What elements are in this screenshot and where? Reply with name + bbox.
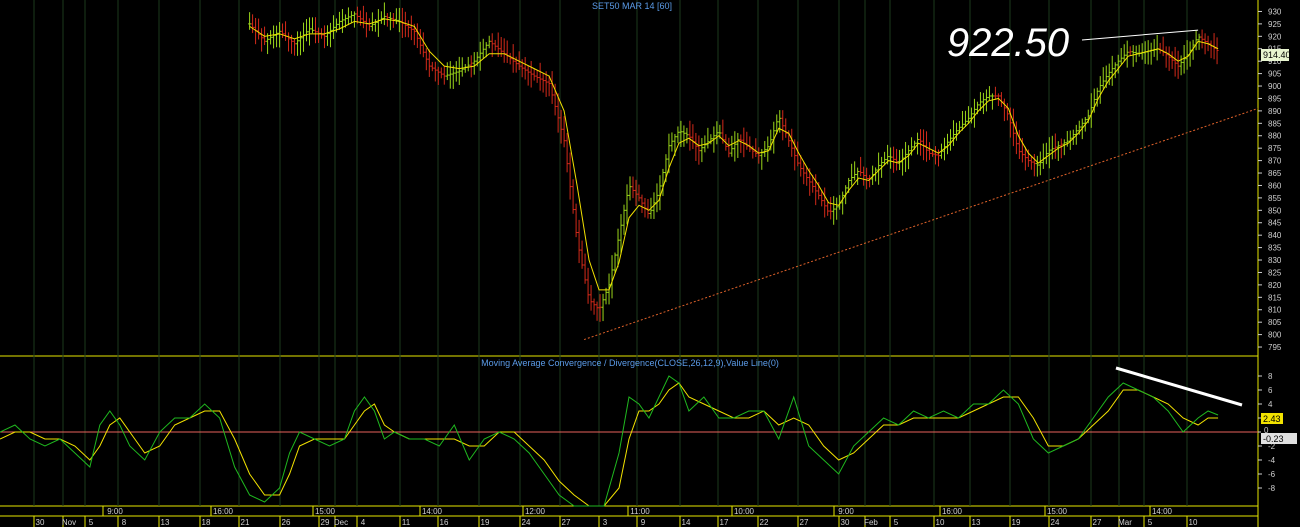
macd-tick-label: 4 xyxy=(1268,400,1273,409)
price-tick-label: 815 xyxy=(1268,293,1282,302)
date-tick-label: 13 xyxy=(161,518,170,527)
date-tick-label: 27 xyxy=(800,518,809,527)
date-tick-label: 30 xyxy=(36,518,45,527)
price-tick-label: 800 xyxy=(1268,331,1282,340)
bottom-date-axis: 30 Nov 5 8 13 18 21 26 29 Dec 4 11 16 19 24 27 3 9 14 17 22 2… xyxy=(0,506,1258,527)
price-tick-label: 895 xyxy=(1268,94,1282,103)
macd-tick-label: 6 xyxy=(1268,386,1273,395)
date-tick-label: Mar xyxy=(1118,518,1132,527)
date-tick-label: 13 xyxy=(972,518,981,527)
price-tick-label: 930 xyxy=(1268,7,1282,16)
price-tick-label: 870 xyxy=(1268,157,1282,166)
price-tick-label: 865 xyxy=(1268,169,1282,178)
time-tick-label: 15:00 xyxy=(1047,507,1068,516)
date-tick-label: 5 xyxy=(894,518,899,527)
price-tick-label: 805 xyxy=(1268,318,1282,327)
date-tick-label: Nov xyxy=(62,518,76,527)
grid xyxy=(0,0,1259,527)
macd-tick-label: -6 xyxy=(1268,470,1276,479)
price-tick-label: 885 xyxy=(1268,119,1282,128)
date-tick-label: 14 xyxy=(682,518,691,527)
date-tick-label: 5 xyxy=(89,518,94,527)
svg-text:-0.23: -0.23 xyxy=(1263,434,1284,444)
date-tick-label: 24 xyxy=(522,518,531,527)
date-tick-label: 30 xyxy=(841,518,850,527)
time-tick-label: 14:00 xyxy=(422,507,443,516)
date-tick-label: 10 xyxy=(1189,518,1198,527)
price-tick-label: 880 xyxy=(1268,132,1282,141)
price-tick-label: 890 xyxy=(1268,107,1282,116)
hist-value-badge: -0.23 xyxy=(1261,433,1297,444)
price-tick-label: 825 xyxy=(1268,268,1282,277)
date-tick-label: 19 xyxy=(1012,518,1021,527)
last-price-badge: 914.40 xyxy=(1261,49,1291,61)
time-tick-label: 9:00 xyxy=(838,507,854,516)
date-tick-label: 21 xyxy=(241,518,250,527)
date-tick-label: 27 xyxy=(562,518,571,527)
price-tick-label: 830 xyxy=(1268,256,1282,265)
time-tick-label: 10:00 xyxy=(734,507,755,516)
price-tick-label: 900 xyxy=(1268,82,1282,91)
time-tick-label: 14:00 xyxy=(1152,507,1173,516)
date-tick-label: 3 xyxy=(603,518,608,527)
macd-tick-label: -8 xyxy=(1268,484,1276,493)
price-tick-label: 860 xyxy=(1268,181,1282,190)
date-tick-label: 27 xyxy=(1093,518,1102,527)
time-tick-label: 16:00 xyxy=(942,507,963,516)
time-tick-label: 9:00 xyxy=(107,507,123,516)
price-tick-label: 820 xyxy=(1268,281,1282,290)
date-tick-label: 24 xyxy=(1051,518,1060,527)
macd-tick-label: -4 xyxy=(1268,456,1276,465)
macd-tick-label: 8 xyxy=(1268,372,1273,381)
date-tick-label: 17 xyxy=(720,518,729,527)
time-tick-label: 15:00 xyxy=(315,507,336,516)
price-tick-label: 925 xyxy=(1268,20,1282,29)
price-tick-label: 850 xyxy=(1268,206,1282,215)
date-tick-label: 8 xyxy=(122,518,127,527)
price-tick-label: 835 xyxy=(1268,244,1282,253)
date-tick-label: 29 xyxy=(321,518,330,527)
macd-chart-title: Moving Average Convergence / Divergence(… xyxy=(481,358,779,368)
date-tick-label: Dec xyxy=(334,518,348,527)
date-tick-label: 26 xyxy=(282,518,291,527)
macd-plot-area[interactable] xyxy=(0,366,1258,507)
annotation-pointer xyxy=(1081,29,1199,41)
svg-text:914.40: 914.40 xyxy=(1263,50,1291,60)
price-tick-label: 845 xyxy=(1268,219,1282,228)
svg-text:2.43: 2.43 xyxy=(1263,414,1281,424)
time-tick-label: 11:00 xyxy=(630,507,650,516)
date-tick-label: 22 xyxy=(760,518,769,527)
date-tick-label: 19 xyxy=(481,518,490,527)
date-tick-label: 4 xyxy=(361,518,366,527)
macd-value-badge: 2.43 xyxy=(1261,413,1283,424)
price-tick-label: 795 xyxy=(1268,343,1282,352)
price-annotation: 922.50 xyxy=(947,21,1069,65)
moving-average-line xyxy=(249,18,1219,291)
date-tick-label: 5 xyxy=(1148,518,1153,527)
price-tick-label: 855 xyxy=(1268,194,1282,203)
price-tick-label: 920 xyxy=(1268,32,1282,41)
time-tick-label: 12:00 xyxy=(525,507,546,516)
price-tick-label: 810 xyxy=(1268,306,1282,315)
date-tick-label: 18 xyxy=(202,518,211,527)
divergence-line xyxy=(1115,366,1243,407)
price-tick-label: 840 xyxy=(1268,231,1282,240)
date-tick-label: 16 xyxy=(440,518,449,527)
date-tick-label: 9 xyxy=(641,518,646,527)
date-tick-label: 10 xyxy=(936,518,945,527)
time-tick-label: 16:00 xyxy=(213,507,234,516)
price-tick-label: 905 xyxy=(1268,70,1282,79)
macd-line xyxy=(0,375,1219,507)
price-tick-label: 875 xyxy=(1268,144,1282,153)
price-chart-title: SET50 MAR 14 [60] xyxy=(592,1,672,11)
chart-canvas: 7958008058108158208258308358408458508558… xyxy=(0,0,1297,527)
date-tick-label: 11 xyxy=(402,518,411,527)
date-tick-label: Feb xyxy=(864,518,878,527)
